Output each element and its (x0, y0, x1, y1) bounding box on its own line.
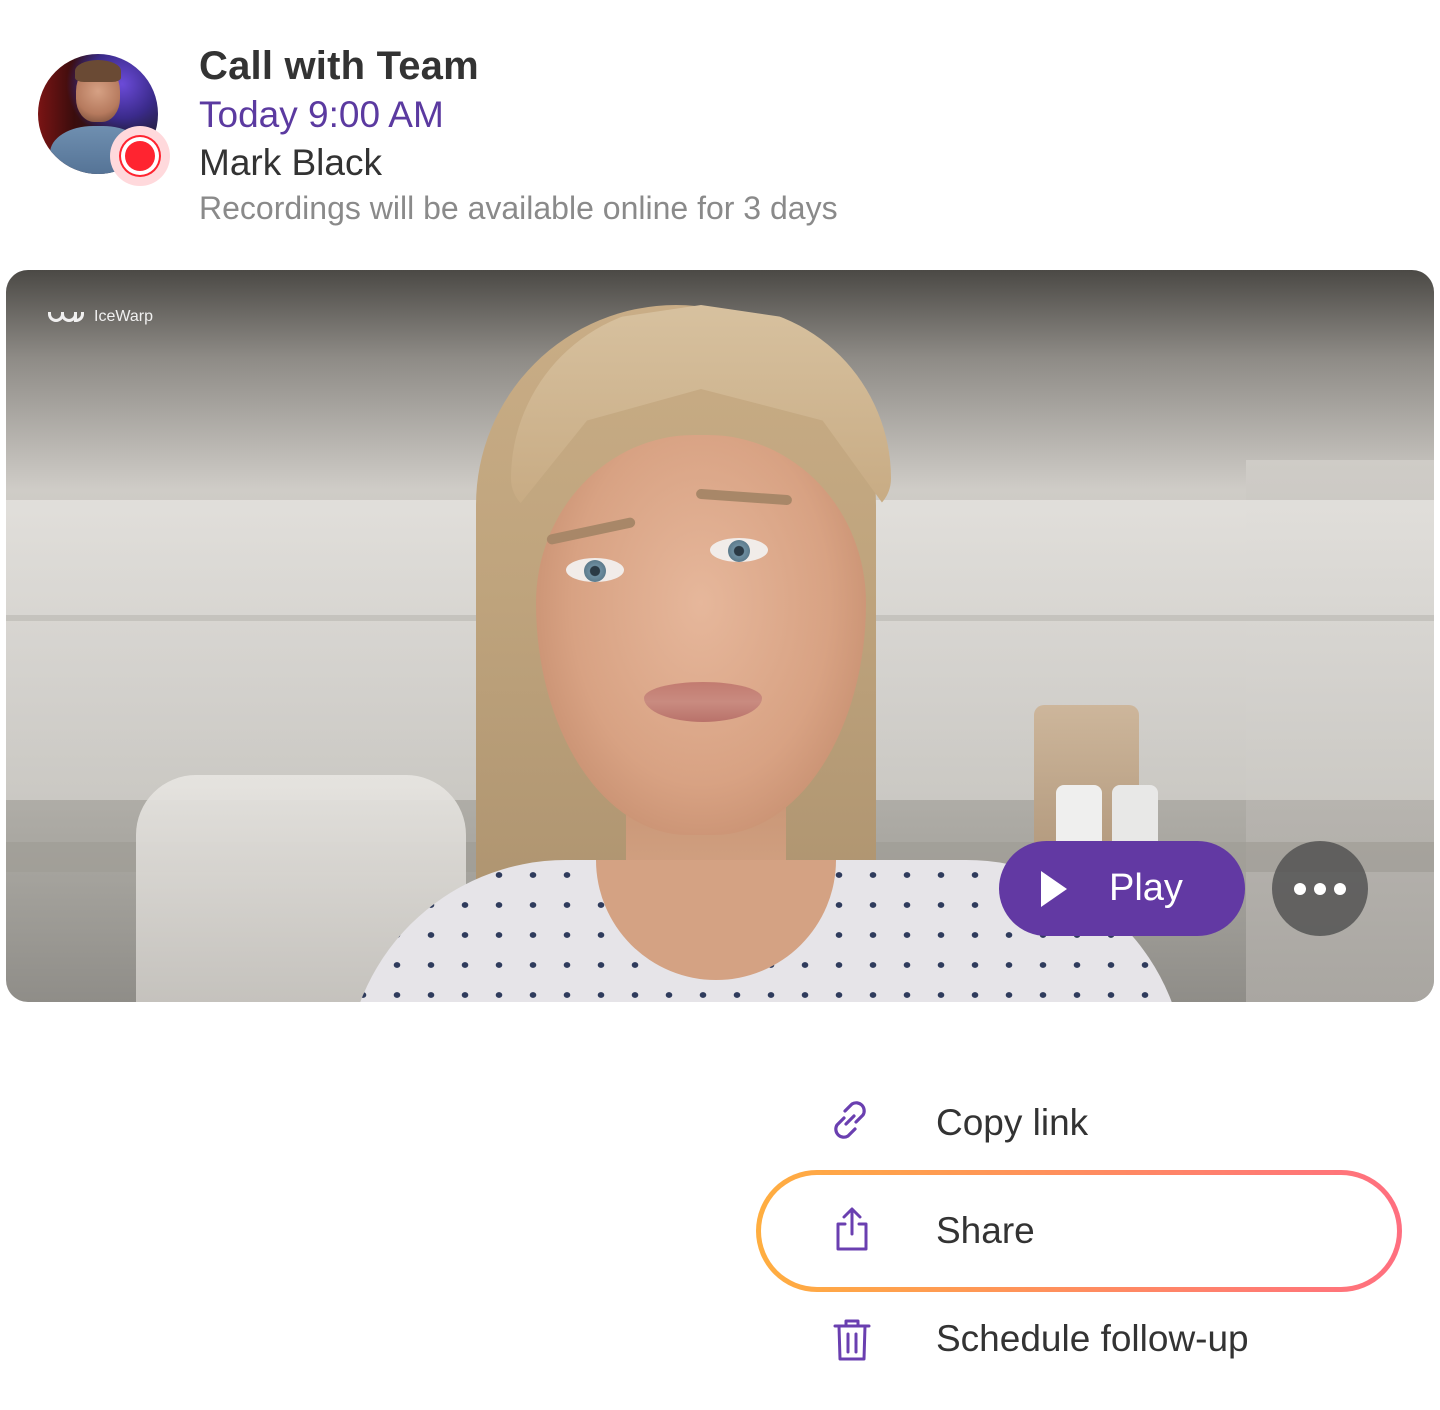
more-options-button[interactable] (1272, 841, 1368, 936)
icewarp-logo: IceWarp (48, 308, 153, 326)
organizer-avatar (38, 54, 170, 186)
trash-icon (833, 1319, 871, 1361)
record-icon (110, 126, 170, 186)
menu-item-copy-link[interactable]: Copy link (820, 1094, 1380, 1154)
play-icon (1041, 870, 1067, 907)
logo-text: IceWarp (94, 308, 153, 325)
call-title: Call with Team (199, 44, 479, 88)
play-button[interactable]: Play (999, 841, 1245, 936)
menu-item-label: Share (936, 1210, 1035, 1251)
menu-item-schedule-follow-up[interactable]: Schedule follow-up (820, 1310, 1380, 1370)
organizer-name: Mark Black (199, 142, 382, 183)
menu-item-label: Copy link (936, 1102, 1089, 1143)
link-icon (834, 1101, 866, 1139)
recording-availability-note: Recordings will be available online for … (199, 190, 838, 226)
recording-header: Call with Team Today 9:00 AM Mark Black … (38, 40, 1038, 240)
share-icon (836, 1207, 868, 1251)
video-player[interactable]: IceWarp Play (6, 270, 1434, 1002)
menu-item-share[interactable]: Share (820, 1202, 1380, 1262)
call-time: Today 9:00 AM (199, 94, 444, 135)
menu-item-label: Schedule follow-up (936, 1318, 1249, 1359)
play-label: Play (1109, 867, 1183, 909)
more-dots-icon (1294, 882, 1306, 895)
icewarp-logo-icon (48, 309, 86, 325)
